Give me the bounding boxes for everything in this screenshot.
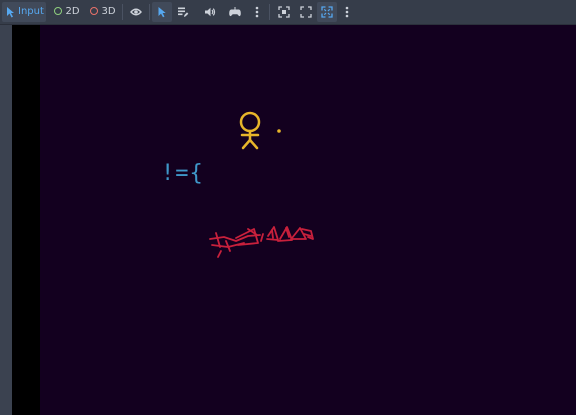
toolbar-separator (149, 4, 150, 20)
red-scribble-glyphs (209, 226, 314, 258)
audio-button[interactable] (200, 2, 220, 22)
fullscreen-button[interactable] (317, 2, 337, 22)
more-vertical-icon (255, 6, 259, 18)
game-viewport[interactable]: !={ (40, 25, 576, 415)
camera-focus-icon (278, 6, 290, 18)
operator-glyphs-text: !={ (161, 161, 204, 186)
controller-icon (229, 7, 241, 17)
circle-3d-icon (90, 7, 99, 15)
eye-icon (130, 8, 142, 16)
game-controller-button[interactable] (225, 2, 245, 22)
yellow-dot (277, 129, 281, 133)
more-vertical-icon (345, 6, 349, 18)
camera-focus-button[interactable] (274, 2, 294, 22)
visibility-button[interactable] (126, 2, 146, 22)
input-label: Input (18, 6, 44, 17)
viewport-sprites (209, 111, 314, 258)
more-options-button-2[interactable] (339, 2, 355, 22)
speaker-icon (205, 7, 216, 17)
mode-3d-button[interactable]: 3D (88, 2, 118, 22)
viewport-toolbar: Input 2D 3D (0, 0, 576, 25)
left-panel-edge (0, 25, 12, 415)
toolbar-separator (122, 4, 123, 20)
more-options-button[interactable] (249, 2, 265, 22)
toolbar-separator (269, 4, 270, 20)
select-cursor-icon (158, 7, 166, 18)
zoom-fit-icon (300, 6, 312, 18)
female-symbol-icon (239, 111, 261, 150)
input-button[interactable]: Input (2, 2, 46, 22)
input-icon (7, 7, 14, 18)
select-tool-button[interactable] (152, 2, 172, 22)
viewport-gutter (12, 25, 40, 415)
mode-2d-button[interactable]: 2D (52, 2, 82, 22)
mode-2d-label: 2D (65, 6, 80, 17)
list-edit-icon (178, 7, 189, 17)
fullscreen-icon (321, 6, 333, 18)
circle-2d-icon (54, 7, 63, 15)
list-edit-button[interactable] (173, 2, 193, 22)
mode-3d-label: 3D (101, 6, 116, 17)
zoom-fit-button[interactable] (296, 2, 316, 22)
